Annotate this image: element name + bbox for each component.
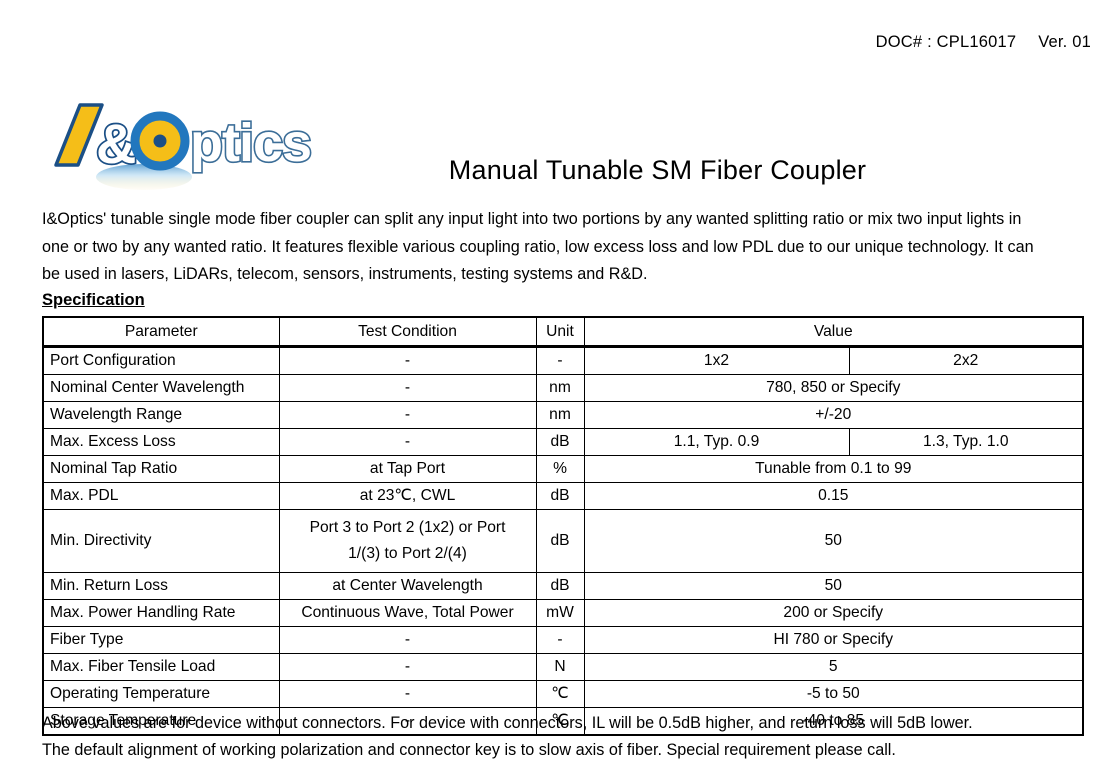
cell-unit: dB xyxy=(535,482,585,510)
cell-value-1x2: 1x2 xyxy=(583,346,850,375)
footer-note-line-1: Above values are for device without conn… xyxy=(42,714,973,732)
column-header-unit: Unit xyxy=(535,316,585,348)
cell-value: -5 to 50 xyxy=(583,680,1084,708)
cell-test-condition: - xyxy=(278,346,537,375)
specification-table-body: Parameter Test Condition Unit Value Port… xyxy=(42,316,1084,736)
table-row: Wavelength Range - nm +/-20 xyxy=(42,401,1084,429)
column-header-parameter: Parameter xyxy=(42,316,280,348)
cell-value: 50 xyxy=(583,572,1084,600)
cell-parameter: Min. Directivity xyxy=(42,509,280,573)
cell-test-condition: at Tap Port xyxy=(278,455,537,483)
cell-unit: dB xyxy=(535,572,585,600)
cell-test-condition: Continuous Wave, Total Power xyxy=(278,599,537,627)
table-row: Nominal Tap Ratio at Tap Port% Tunable fro… xyxy=(42,455,1084,483)
cell-parameter: Operating Temperature xyxy=(42,680,280,708)
cell-parameter: Nominal Center Wavelength xyxy=(42,374,280,402)
cell-parameter: Nominal Tap Ratio xyxy=(42,455,280,483)
doc-version: Ver. 01 xyxy=(1038,33,1091,51)
cell-test-condition: - xyxy=(278,374,537,402)
cell-unit: N xyxy=(535,653,585,681)
cell-parameter: Max. Excess Loss xyxy=(42,428,280,456)
cell-test-condition: at 23℃, CWL xyxy=(278,482,537,510)
cell-test-condition: - xyxy=(278,428,537,456)
column-header-test-condition: Test Condition xyxy=(278,316,537,348)
cell-test-condition-line-1: Port 3 to Port 2 (1x2) or Port xyxy=(309,519,506,536)
table-row: Max. Excess Loss - dB 1.1, Typ. 0.9 1.3, Typ… xyxy=(42,428,1084,456)
specification-table: Parameter Test Condition Unit Value Port… xyxy=(42,316,1085,736)
cell-parameter: Fiber Type xyxy=(42,626,280,654)
cell-unit: dB xyxy=(535,509,585,573)
cell-unit: nm xyxy=(535,374,585,402)
table-row: Max. Fiber Tensile Load - N 5 xyxy=(42,653,1084,681)
cell-unit: nm xyxy=(535,401,585,429)
cell-value-2x2: 1.3, Typ. 1.0 xyxy=(848,428,1084,456)
cell-parameter: Min. Return Loss xyxy=(42,572,280,600)
cell-parameter: Max. PDL xyxy=(42,482,280,510)
cell-unit: - xyxy=(535,626,585,654)
cell-value: 50 xyxy=(583,509,1084,573)
cell-value: 5 xyxy=(583,653,1084,681)
cell-value-1x2: 1.1, Typ. 0.9 xyxy=(583,428,850,456)
table-row: Min. Return Loss at Center Wavelength dB 50 xyxy=(42,572,1084,600)
cell-value-2x2: 2x2 xyxy=(848,346,1084,375)
document-reference: DOC# : CPL16017 Ver. 01 xyxy=(876,33,1091,52)
cell-value: 0.15 xyxy=(583,482,1084,510)
cell-test-condition: - xyxy=(278,653,537,681)
column-header-value: Value xyxy=(583,316,1084,348)
cell-value: Tunable from 0.1 to 99 xyxy=(583,455,1084,483)
table-row: Min. Directivity Port 3 to Port 2 (1x2) o… xyxy=(42,509,1084,573)
cell-parameter: Max. Fiber Tensile Load xyxy=(42,653,280,681)
cell-test-condition-line-2: 1/(3) to Port 2/(4) xyxy=(348,545,467,562)
cell-test-condition: - xyxy=(278,626,537,654)
footer-notes: Above values are for device without conn… xyxy=(42,710,1052,764)
cell-test-condition: Port 3 to Port 2 (1x2) or Port 1/(3) to P… xyxy=(278,509,537,573)
table-row: Max. PDL at 23℃, CWL dB 0.15 xyxy=(42,482,1084,510)
cell-parameter: Max. Power Handling Rate xyxy=(42,599,280,627)
intro-paragraph: I&Optics' tunable single mode fiber coup… xyxy=(42,210,1034,283)
cell-test-condition: - xyxy=(278,401,537,429)
doc-number: DOC# : CPL16017 xyxy=(875,33,1017,51)
cell-value: 200 or Specify xyxy=(583,599,1084,627)
cell-unit: ℃ xyxy=(535,680,585,708)
cell-value: HI 780 or Specify xyxy=(583,626,1084,654)
cell-parameter: Wavelength Range xyxy=(42,401,280,429)
table-header-row: Parameter Test Condition Unit Value xyxy=(42,316,1084,348)
page-title: Manual Tunable SM Fiber Coupler xyxy=(448,155,867,185)
table-row: Port Configuration - -1x2 2x2 xyxy=(42,346,1084,375)
cell-test-condition: at Center Wavelength xyxy=(278,572,537,600)
cell-value: 780, 850 or Specify xyxy=(583,374,1084,402)
table-row: Fiber Type - - HI 780 or Specify xyxy=(42,626,1084,654)
cell-unit: - xyxy=(535,346,585,375)
cell-value: +/-20 xyxy=(583,401,1084,429)
table-row: Nominal Center Wavelength - nm 780, 850 or … xyxy=(42,374,1084,402)
cell-unit: dB xyxy=(535,428,585,456)
cell-test-condition: - xyxy=(278,680,537,708)
footer-note-line-2: The default alignment of working polariz… xyxy=(42,741,896,759)
cell-unit: % xyxy=(535,455,585,483)
table-row: Max. Power Handling Rate Continuous Wave,… xyxy=(42,599,1084,627)
cell-unit: mW xyxy=(535,599,585,627)
cell-parameter: Port Configuration xyxy=(42,346,280,375)
specification-heading: Specification xyxy=(42,291,145,309)
table-row: Operating Temperature - ℃ -5 to 50 xyxy=(42,680,1084,708)
